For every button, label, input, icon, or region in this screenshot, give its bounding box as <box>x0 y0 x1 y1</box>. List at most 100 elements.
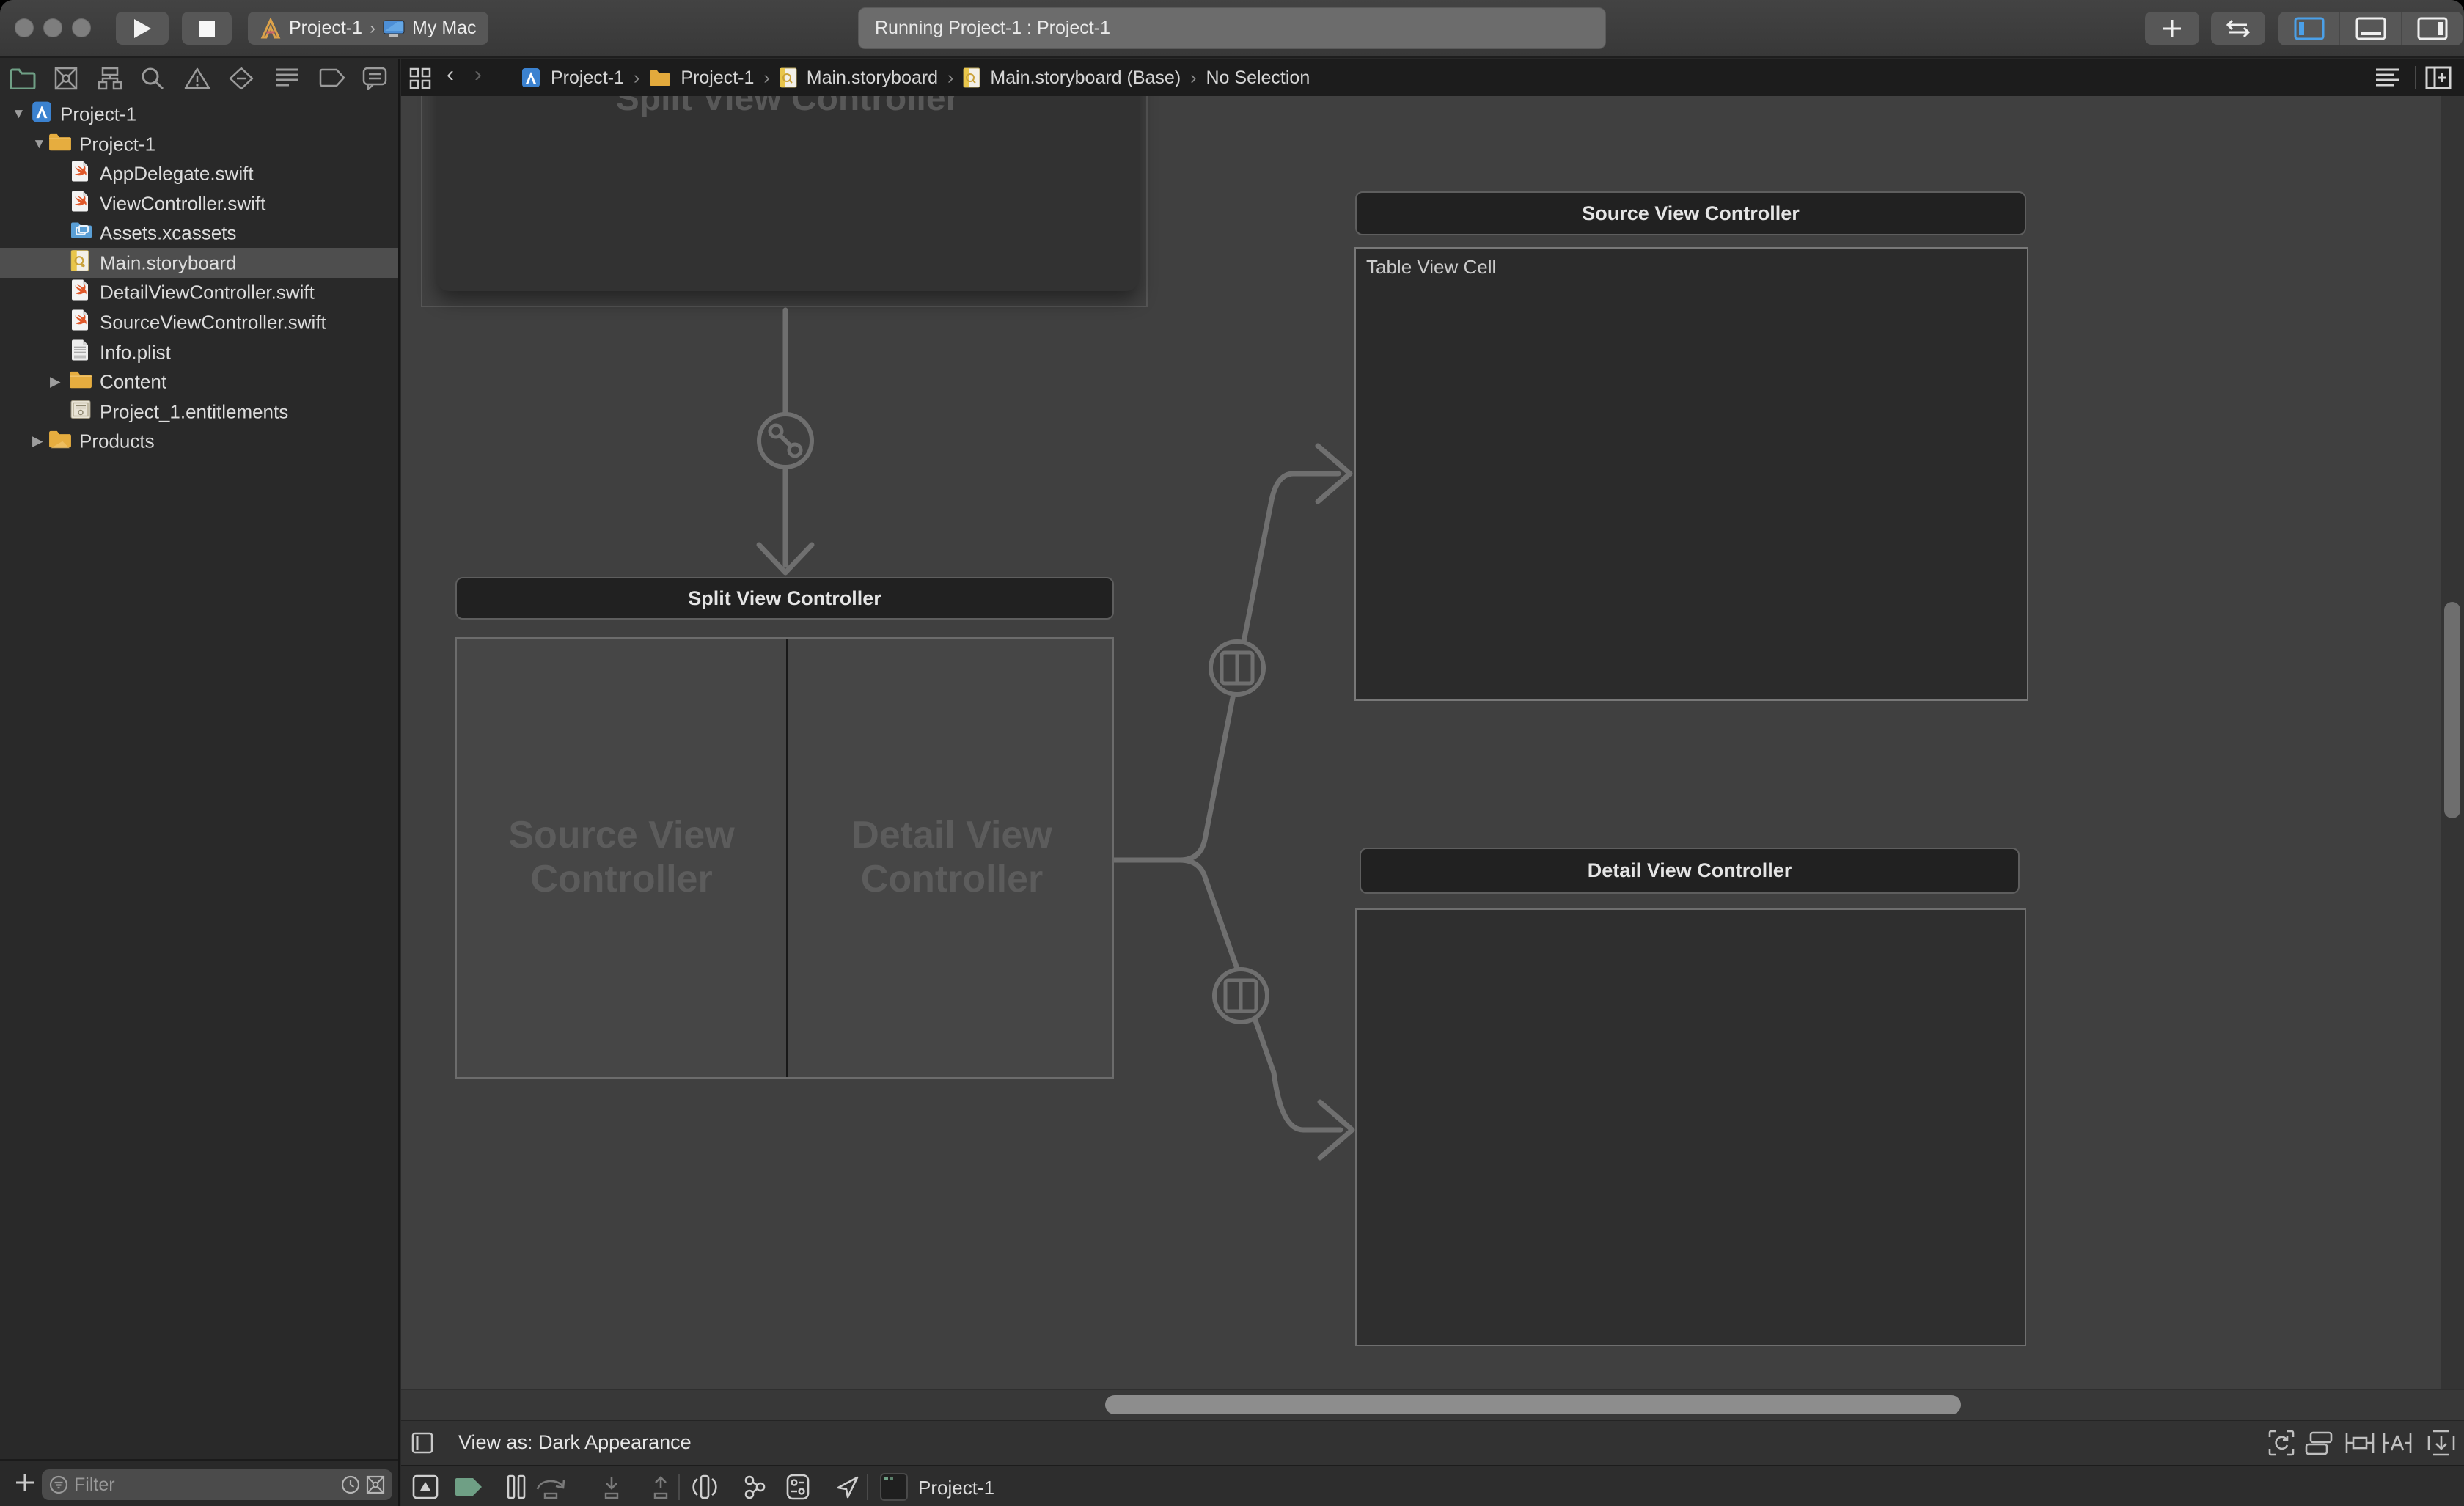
forward-button[interactable]: › <box>474 64 482 86</box>
run-button[interactable] <box>116 12 169 45</box>
file-row[interactable]: ▶ Content <box>0 367 398 397</box>
file-row[interactable]: Info.plist <box>0 337 398 367</box>
scene-title: Source View Controller <box>1582 202 1800 225</box>
source-control-status-icon[interactable] <box>366 1475 385 1494</box>
scene-header-split-view-controller[interactable]: Split View Controller <box>455 577 1114 620</box>
step-over-button[interactable] <box>533 1476 571 1505</box>
relationship-segue-icon[interactable] <box>759 414 812 467</box>
align-constraints-icon <box>2382 1430 2413 1456</box>
storyboard-canvas[interactable]: Split View Controller <box>401 96 2464 1420</box>
horizontal-scrollbar-track[interactable] <box>401 1389 2464 1420</box>
running-app-label[interactable]: Project-1 <box>918 1477 994 1499</box>
scheme-project-label: Project-1 <box>289 18 362 39</box>
add-constraints-button[interactable] <box>2382 1430 2413 1461</box>
file-row[interactable]: Assets.xcassets <box>0 218 398 248</box>
traffic-zoom-button[interactable] <box>72 18 91 37</box>
add-file-button[interactable] <box>13 1471 37 1498</box>
step-out-icon <box>646 1476 675 1499</box>
tab-symbol-navigator[interactable] <box>98 67 122 94</box>
tab-breakpoint-navigator[interactable] <box>319 68 345 91</box>
file-row[interactable]: Project_1.entitlements <box>0 397 398 427</box>
splitview-segue-icon[interactable] <box>1211 642 1264 694</box>
file-row[interactable]: ▼ Project-1 <box>0 99 398 129</box>
stop-button[interactable] <box>182 12 232 45</box>
traffic-minimize-button[interactable] <box>43 18 62 37</box>
device-appearance-icon[interactable] <box>411 1431 434 1460</box>
pause-icon <box>505 1474 527 1499</box>
related-items-button[interactable] <box>409 67 431 95</box>
simulate-location-button[interactable] <box>835 1474 860 1505</box>
scheme-selector[interactable]: Project-1 › My Mac <box>248 12 488 45</box>
file-name: Project_1.entitlements <box>100 400 288 423</box>
file-row[interactable]: SourceViewController.swift <box>0 307 398 337</box>
tab-report-navigator[interactable] <box>362 67 387 94</box>
split-view-controller-view[interactable]: Source View Controller Detail View Contr… <box>455 637 1114 1079</box>
file-row-selected[interactable]: Main.storyboard <box>0 248 398 278</box>
breadcrumb-segment[interactable]: Project-1 <box>681 67 754 89</box>
view-as-label[interactable]: View as: Dark Appearance <box>458 1431 692 1454</box>
add-editor-button[interactable] <box>2425 66 2452 95</box>
tab-project-navigator[interactable] <box>10 67 36 93</box>
recent-files-clock-icon[interactable] <box>341 1475 360 1494</box>
toggle-navigator-button[interactable] <box>2278 12 2339 45</box>
detail-view-controller-view[interactable] <box>1355 908 2026 1346</box>
toolbar: Project-1 › My Mac Running Project-1 : P… <box>0 0 2464 58</box>
file-row[interactable]: ViewController.swift <box>0 188 398 218</box>
running-app-badge[interactable] <box>879 1472 909 1506</box>
filter-field[interactable] <box>42 1469 392 1500</box>
swift-file-icon <box>70 190 89 217</box>
document-outline-button[interactable] <box>2375 67 2402 93</box>
sidebar-filter-bar <box>0 1459 400 1506</box>
breakpoints-toggle-button[interactable] <box>454 1477 483 1502</box>
tab-find-navigator[interactable] <box>141 67 164 94</box>
source-view-controller-view[interactable]: Table View Cell <box>1354 247 2028 701</box>
vertical-scrollbar-thumb[interactable] <box>2444 602 2460 818</box>
version-editor-button[interactable] <box>2211 12 2265 45</box>
update-frames-button[interactable] <box>2268 1430 2295 1461</box>
disclosure-open-icon[interactable]: ▼ <box>12 106 26 122</box>
library-add-button[interactable] <box>2145 12 2199 45</box>
disclosure-closed-icon[interactable]: ▶ <box>32 433 43 449</box>
tab-source-control[interactable] <box>54 67 78 94</box>
breadcrumb-segment[interactable]: No Selection <box>1206 67 1310 89</box>
file-row[interactable]: AppDelegate.swift <box>0 158 398 188</box>
traffic-close-button[interactable] <box>15 18 34 37</box>
file-row[interactable]: DetailViewController.swift <box>0 277 398 307</box>
step-into-button[interactable] <box>597 1476 626 1505</box>
filter-input[interactable] <box>74 1474 335 1496</box>
embed-in-stack-button[interactable] <box>2305 1430 2334 1461</box>
view-hierarchy-debugger-button[interactable] <box>692 1474 717 1505</box>
entitlements-file-icon <box>70 399 91 425</box>
file-row[interactable]: ▼ Project-1 <box>0 129 398 159</box>
breadcrumb-segment[interactable]: Main.storyboard (Base) <box>990 67 1181 89</box>
splitview-segue-icon[interactable] <box>1214 969 1267 1022</box>
swap-arrows-icon <box>2225 19 2251 38</box>
pause-button[interactable] <box>505 1474 527 1505</box>
vertical-scrollbar-track[interactable] <box>2441 96 2464 1389</box>
tab-issue-navigator[interactable] <box>184 67 210 94</box>
tab-debug-navigator[interactable] <box>274 67 299 93</box>
scene-header-detail-view-controller[interactable]: Detail View Controller <box>1360 848 2020 894</box>
align-button[interactable] <box>2344 1430 2375 1461</box>
breadcrumb-segment[interactable]: Project-1 <box>551 67 624 89</box>
disclosure-open-icon[interactable]: ▼ <box>32 136 46 153</box>
horizontal-scrollbar-thumb[interactable] <box>1105 1395 1961 1414</box>
toggle-inspector-button[interactable] <box>2401 12 2463 45</box>
project-file-icon <box>521 67 541 88</box>
scene-header-source-view-controller[interactable]: Source View Controller <box>1355 191 2026 235</box>
breadcrumb-segment[interactable]: Main.storyboard <box>807 67 938 89</box>
tab-test-navigator[interactable] <box>229 67 254 94</box>
resolve-issues-icon <box>2427 1430 2455 1456</box>
memory-graph-button[interactable] <box>740 1474 766 1505</box>
disclosure-closed-icon[interactable]: ▶ <box>50 373 61 390</box>
table-view-cell-label[interactable]: Table View Cell <box>1366 256 1496 279</box>
environment-overrides-button[interactable] <box>785 1474 810 1505</box>
step-out-button[interactable] <box>646 1476 675 1505</box>
outline-lines-icon <box>2375 67 2402 88</box>
back-button[interactable]: ‹ <box>447 64 454 86</box>
file-name: Main.storyboard <box>100 251 236 274</box>
toggle-debug-area-button[interactable] <box>2339 12 2401 45</box>
file-row[interactable]: ▶ Products <box>0 426 398 456</box>
resolve-autolayout-button[interactable] <box>2427 1430 2455 1461</box>
toggle-debug-area-button[interactable] <box>412 1474 439 1505</box>
